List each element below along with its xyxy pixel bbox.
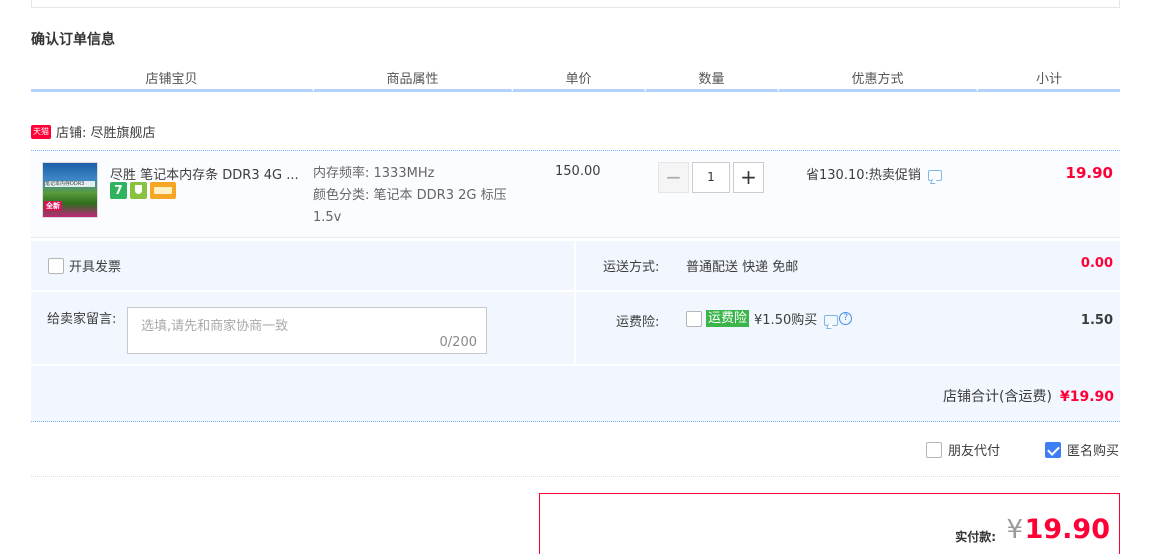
- payment-label: 实付款:: [955, 530, 996, 544]
- promotion-text: 省130.10:热卖促销: [806, 168, 921, 183]
- shop-name-link[interactable]: 店铺: 尽胜旗舰店: [56, 122, 156, 141]
- thumbnail-new-tag: 全新: [44, 201, 62, 211]
- shipping-insurance-tag: 运费险: [706, 310, 750, 327]
- help-icon[interactable]: ?: [839, 312, 853, 325]
- payment-currency: ¥: [1006, 515, 1023, 545]
- friend-pay-checkbox[interactable]: [926, 441, 942, 458]
- quantity-input[interactable]: 1: [692, 162, 730, 193]
- payment-summary-box: 实付款: ¥ 19.90: [539, 493, 1120, 554]
- seven-day-return-icon[interactable]: 7: [110, 182, 127, 199]
- shop-total-label: 店铺合计(含运费): [943, 389, 1052, 405]
- chat-bubble-icon[interactable]: [824, 315, 839, 326]
- service-badges: 7: [110, 182, 176, 199]
- friend-pay-label: 朋友代付: [948, 444, 1001, 459]
- credit-card-icon[interactable]: [150, 182, 176, 199]
- anonymous-purchase-label: 匿名购买: [1067, 444, 1120, 459]
- seller-message-placeholder: 选填,请先和商家协商一致: [141, 319, 289, 334]
- seller-message-textarea[interactable]: 选填,请先和商家协商一致 0/200: [127, 307, 487, 354]
- quantity-stepper: − 1 +: [658, 162, 764, 193]
- anonymous-purchase-checkbox[interactable]: [1045, 441, 1061, 458]
- column-header-shop-item: 店铺宝贝: [31, 68, 314, 92]
- promotion-info: 省130.10:热卖促销: [806, 164, 942, 183]
- shipping-insurance-label: 运费险:: [616, 315, 660, 330]
- product-thumbnail[interactable]: 笔记本内存DDR3 全新: [42, 162, 98, 218]
- shipping-insurance-option: 运费险 ¥1.50购买 ?: [686, 309, 853, 328]
- quantity-increase-button[interactable]: +: [733, 162, 764, 193]
- column-divider: [574, 241, 576, 290]
- shipping-insurance-checkbox[interactable]: [686, 310, 702, 327]
- divider: [31, 476, 1120, 477]
- previous-section-box: [31, 0, 1120, 8]
- unit-price: 150.00: [555, 164, 601, 179]
- message-insurance-row: 给卖家留言: 选填,请先和商家协商一致 0/200 运费险: 运费险 ¥1.50…: [31, 292, 1120, 364]
- attribute-color-category: 颜色分类: 笔记本 DDR3 2G 标压 1.5v: [313, 188, 507, 225]
- invoice-shipping-row: 开具发票 运送方式: 普通配送 快递 免邮 0.00: [31, 241, 1120, 290]
- shipping-method-label: 运送方式:: [603, 260, 660, 275]
- shipping-method-value: 普通配送 快递 免邮: [686, 260, 799, 275]
- order-item-row: 笔记本内存DDR3 全新 尽胜 笔记本内存条 DDR3 4G ... 7 内存频…: [31, 150, 1120, 238]
- seller-message-label: 给卖家留言:: [47, 312, 117, 327]
- column-header-subtotal: 小计: [978, 68, 1120, 92]
- shop-total-row: 店铺合计(含运费) ¥19.90: [31, 366, 1120, 422]
- invoice-label: 开具发票: [69, 260, 122, 275]
- item-subtotal: 19.90: [1065, 164, 1113, 182]
- shipping-insurance-price: ¥1.50购买: [754, 313, 818, 328]
- invoice-checkbox[interactable]: [48, 257, 64, 274]
- invoice-option[interactable]: 开具发票: [48, 256, 121, 275]
- chat-bubble-icon[interactable]: [927, 170, 942, 181]
- thumbnail-banner-text: 笔记本内存DDR3: [45, 181, 95, 187]
- shop-total: 店铺合计(含运费) ¥19.90: [943, 386, 1114, 406]
- shipping-insurance-fee: 1.50: [1080, 313, 1113, 328]
- column-header-quantity: 数量: [646, 68, 779, 92]
- shop-line: 天猫 店铺: 尽胜旗舰店: [31, 122, 156, 141]
- seller-message-counter: 0/200: [439, 335, 477, 350]
- column-header-discount: 优惠方式: [779, 68, 978, 92]
- shipping-fee: 0.00: [1080, 256, 1113, 271]
- payment-amount: 19.90: [1024, 514, 1110, 545]
- friend-pay-option[interactable]: 朋友代付: [926, 440, 1000, 459]
- quantity-decrease-button[interactable]: −: [658, 162, 689, 193]
- product-title-link[interactable]: 尽胜 笔记本内存条 DDR3 4G ...: [110, 164, 310, 183]
- attribute-frequency: 内存频率: 1333MHz: [313, 166, 435, 181]
- anonymous-purchase-option[interactable]: 匿名购买: [1045, 440, 1119, 459]
- guarantee-shield-icon[interactable]: [130, 182, 147, 199]
- column-header-unit-price: 单价: [513, 68, 646, 92]
- tmall-icon: 天猫: [31, 124, 51, 139]
- section-title: 确认订单信息: [31, 32, 115, 48]
- column-header-attributes: 商品属性: [314, 68, 513, 92]
- shop-total-amount: ¥19.90: [1059, 389, 1114, 405]
- column-divider: [574, 292, 576, 364]
